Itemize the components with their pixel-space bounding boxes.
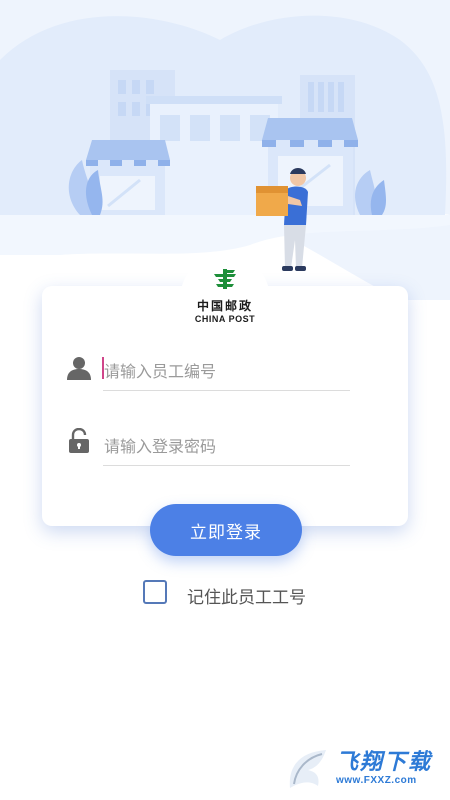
logo-text-cn: 中国邮政 — [196, 299, 253, 313]
employee-id-field[interactable]: 请输入员工编号 — [62, 345, 350, 391]
watermark-title: 飞翔下载 — [336, 749, 433, 774]
lock-icon — [69, 428, 89, 453]
remember-checkbox[interactable] — [143, 580, 167, 604]
employee-id-placeholder: 请输入员工编号 — [104, 364, 217, 381]
china-post-logo: 中国邮政 CHINA POST — [185, 268, 265, 328]
employee-id-underline — [103, 390, 350, 391]
password-field[interactable]: 请输入登录密码 — [62, 420, 350, 466]
logo-text-en: CHINA POST — [194, 314, 256, 324]
watermark-url: www.FXXZ.com — [336, 775, 417, 786]
user-icon — [67, 357, 91, 380]
remember-label: 记住此员工工号 — [187, 588, 306, 607]
watermark-logo: 飞翔下载 www.FXXZ.com — [286, 742, 446, 796]
password-placeholder: 请输入登录密码 — [104, 439, 217, 456]
remember-employee-id[interactable]: 记住此员工工号 — [143, 579, 343, 609]
password-underline — [103, 465, 350, 466]
watermark-icon — [289, 750, 326, 788]
china-post-logo-icon — [214, 269, 236, 289]
login-button[interactable]: 立即登录 — [150, 504, 302, 556]
